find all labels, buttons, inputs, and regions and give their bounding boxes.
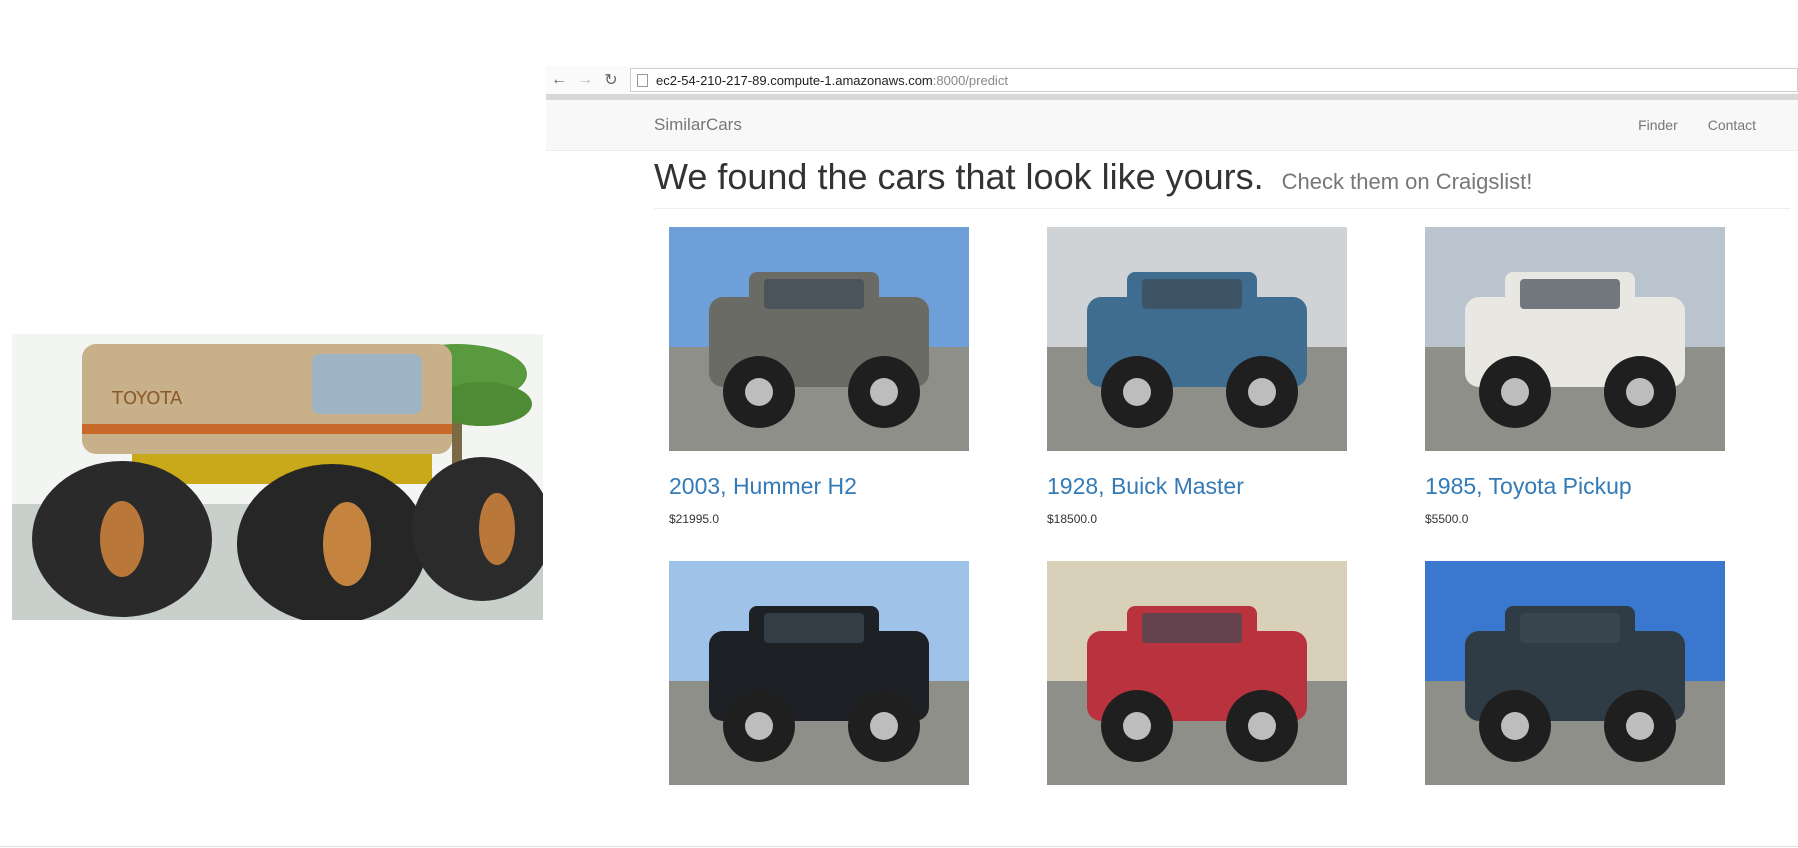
result-thumbnail[interactable] xyxy=(1047,227,1347,451)
nav-links: Finder Contact xyxy=(1638,117,1756,133)
result-price: $5500.0 xyxy=(1425,512,1469,526)
result-card xyxy=(669,561,969,807)
query-car-image: TOYOTA xyxy=(12,334,543,620)
result-thumbnail[interactable] xyxy=(1425,561,1725,785)
back-icon[interactable]: ← xyxy=(546,71,572,89)
brand-link[interactable]: SimilarCars xyxy=(654,115,742,135)
nav-link-contact[interactable]: Contact xyxy=(1708,117,1756,133)
monster-truck-illustration: TOYOTA xyxy=(12,334,543,620)
browser-toolbar: ← → ↻ ec2-54-210-217-89.compute-1.amazon… xyxy=(546,66,1798,100)
results-content: We found the cars that look like yours. … xyxy=(654,156,1790,785)
forward-icon[interactable]: → xyxy=(572,71,598,89)
result-price: $18500.0 xyxy=(1047,512,1098,526)
headline-text: We found the cars that look like yours. xyxy=(654,156,1264,197)
car-photo-illustration xyxy=(1047,227,1347,451)
car-photo-illustration xyxy=(669,561,969,785)
page-title: We found the cars that look like yours. … xyxy=(654,156,1790,209)
result-thumbnail[interactable] xyxy=(1047,561,1347,785)
result-card: 1985, Toyota Pickup $5500.0 xyxy=(1425,227,1725,526)
url-host: ec2-54-210-217-89.compute-1.amazonaws.co… xyxy=(656,72,933,88)
reload-icon[interactable]: ↻ xyxy=(598,70,624,90)
result-price: $21995.0 xyxy=(669,512,720,526)
result-title-link[interactable]: 1928, Buick Master xyxy=(1047,473,1347,500)
result-card: 2003, Hummer H2 $21995.0 xyxy=(669,227,969,526)
result-thumbnail[interactable] xyxy=(669,561,969,785)
result-thumbnail[interactable] xyxy=(1425,227,1725,451)
car-photo-illustration xyxy=(1425,561,1725,785)
subheadline-text: Check them on Craigslist! xyxy=(1281,169,1533,194)
address-bar[interactable]: ec2-54-210-217-89.compute-1.amazonaws.co… xyxy=(630,68,1798,92)
truck-decal: TOYOTA xyxy=(111,388,183,409)
result-thumbnail[interactable] xyxy=(669,227,969,451)
car-photo-illustration xyxy=(1047,561,1347,785)
page-divider xyxy=(0,846,1798,847)
url-path: :8000/predict xyxy=(932,72,1008,88)
result-title-link[interactable]: 2003, Hummer H2 xyxy=(669,473,969,500)
page-icon xyxy=(637,73,648,87)
result-title-link[interactable]: 1985, Toyota Pickup xyxy=(1425,473,1725,500)
result-card: 1928, Buick Master $18500.0 xyxy=(1047,227,1347,526)
car-photo-illustration xyxy=(1425,227,1725,451)
nav-link-finder[interactable]: Finder xyxy=(1638,117,1678,133)
browser-window: ← → ↻ ec2-54-210-217-89.compute-1.amazon… xyxy=(546,66,1798,848)
result-card xyxy=(1047,561,1347,807)
result-card xyxy=(1425,561,1725,807)
car-photo-illustration xyxy=(669,227,969,451)
site-navbar: SimilarCars Finder Contact xyxy=(546,100,1798,151)
